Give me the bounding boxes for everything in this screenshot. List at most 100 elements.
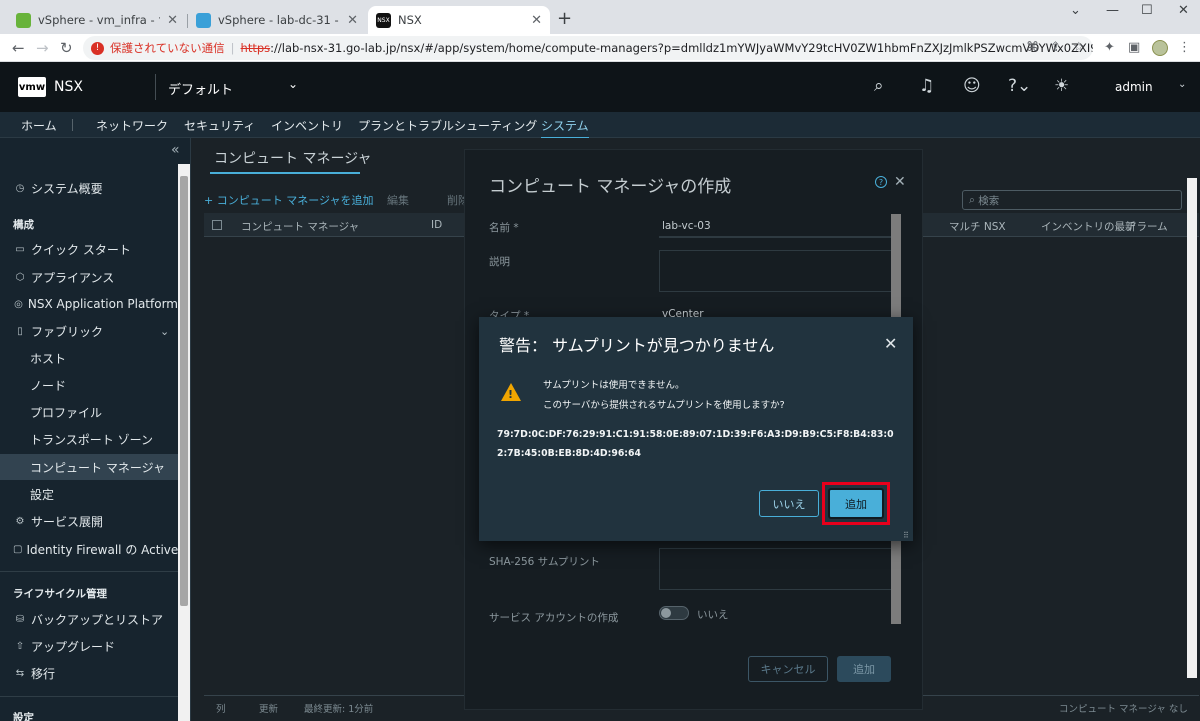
sidebar-item-migrate[interactable]: ⇆ 移行 (0, 660, 178, 686)
panel-title: コンピュート マネージャの作成 (489, 177, 732, 197)
dialog-question: このサーバから提供されるサムプリントを使用しますか? (543, 400, 785, 411)
extensions-icon[interactable]: ✦ (1104, 40, 1115, 55)
upgrade-icon: ⇧ (15, 640, 25, 652)
share-icon[interactable]: ⇪ (1050, 40, 1061, 55)
sidebar-item-nsx-app-platform[interactable]: ◎ NSX Application Platform (0, 291, 178, 317)
close-tab-icon[interactable]: ✕ (347, 13, 358, 28)
sidebar-item-label: サービス展開 (31, 514, 104, 529)
search-icon[interactable]: ⌕ (874, 76, 884, 96)
scrollbar-thumb[interactable] (180, 176, 188, 606)
sidebar-item-service-deploy[interactable]: ⚙ サービス展開 (0, 508, 178, 534)
minimize-icon[interactable]: — (1106, 3, 1119, 18)
sidebar-item-label: アップグレード (31, 639, 116, 654)
sidebar-section-settings: 設定 (13, 712, 34, 721)
chevron-down-icon[interactable]: ⌄ (1178, 79, 1186, 90)
close-icon[interactable]: ✕ (884, 334, 897, 353)
edit-button[interactable]: 編集 (387, 192, 409, 208)
grid-scrollbar[interactable] (1187, 178, 1197, 678)
not-secure-icon: ! (91, 41, 104, 55)
translate-icon[interactable]: ⌘ (1026, 40, 1039, 55)
dashboard-icon: ◷ (15, 182, 25, 194)
sidebar-item-fabric[interactable]: ▯ ファブリック ⌄ (0, 318, 178, 344)
description-field[interactable] (659, 250, 895, 292)
refresh-button[interactable]: 更新 (259, 701, 278, 715)
sidebar-item-backup[interactable]: ⛁ バックアップとリストア (0, 606, 178, 632)
column-header[interactable]: インベントリの最新 (1041, 219, 1136, 234)
close-tab-icon[interactable]: ✕ (167, 13, 178, 28)
browser-tab-nsx[interactable]: NSX NSX ✕ (368, 6, 550, 34)
add-confirm-button[interactable]: 追加 (828, 488, 884, 519)
sidebar-item-label: コンピュート マネージャ (30, 460, 165, 475)
sidebar-item-quick-start[interactable]: ▭ クイック スタート (0, 236, 178, 262)
smiley-feedback-icon[interactable]: ☺ (963, 76, 981, 96)
new-tab-icon[interactable]: + (557, 8, 572, 29)
security-label[interactable]: 保護されていない通信 (110, 40, 225, 56)
add-compute-manager-button[interactable]: + コンピュート マネージャを追加 (204, 192, 373, 208)
browser-tab-vm-infra[interactable]: vSphere - vm_infra - サマリ ✕ (8, 6, 186, 34)
forward-icon[interactable]: → (36, 39, 49, 57)
tab-search-chevron-icon[interactable]: ⌄ (1070, 3, 1081, 18)
maximize-icon[interactable]: ☐ (1141, 3, 1153, 18)
reload-icon[interactable]: ↻ (60, 39, 73, 57)
notification-bell-icon[interactable]: ♫ (919, 76, 934, 96)
nav-home[interactable]: ホーム (21, 117, 57, 134)
sidebar-item-transport-zones[interactable]: トランスポート ゾーン (0, 426, 178, 452)
help-icon[interactable]: ? (875, 176, 887, 188)
select-all-checkbox[interactable] (212, 220, 222, 230)
close-tab-icon[interactable]: ✕ (531, 13, 542, 28)
sidebar-item-compute-managers[interactable]: コンピュート マネージャ (0, 454, 178, 480)
vsphere-favicon-icon (16, 12, 31, 28)
search-input[interactable]: ⌕ 検索 (962, 190, 1182, 210)
collapse-sidebar-icon[interactable]: « (171, 142, 180, 158)
service-account-toggle[interactable] (659, 606, 689, 620)
column-header[interactable]: アラーム (1126, 219, 1168, 234)
sidebar-item-overview[interactable]: ◷ システム概要 (0, 175, 178, 201)
column-header[interactable]: コンピュート マネージャ (241, 219, 359, 234)
sidebar-item-settings[interactable]: 設定 (0, 481, 178, 507)
chevron-down-icon[interactable]: ⌄ (160, 325, 169, 338)
sidebar-item-nodes[interactable]: ノード (0, 372, 178, 398)
sha256-field[interactable] (659, 548, 895, 590)
description-label: 説明 (489, 256, 510, 268)
url-field[interactable]: ! 保護されていない通信 | https://lab-nsx-31.go-lab… (83, 36, 1093, 60)
user-menu[interactable]: admin (1115, 80, 1153, 94)
nav-inventory[interactable]: インベントリ (271, 117, 343, 134)
sidebar-item-profiles[interactable]: プロファイル (0, 399, 178, 425)
nav-security[interactable]: セキュリティ (184, 117, 255, 134)
chevron-down-icon[interactable]: ⌄ (288, 77, 298, 91)
profile-avatar[interactable] (1152, 40, 1168, 56)
column-header[interactable]: ID (431, 219, 442, 231)
url-scheme: https (240, 41, 271, 55)
sidebar-item-hosts[interactable]: ホスト (0, 345, 178, 371)
help-icon[interactable]: ?⌄ (1008, 76, 1031, 96)
resize-handle-icon[interactable]: ⠿ (903, 531, 909, 540)
close-icon[interactable]: ✕ (894, 174, 906, 190)
browser-tab-lab-dc[interactable]: vSphere - lab-dc-31 - サマリ ✕ (188, 6, 366, 34)
window-close-icon[interactable]: ✕ (1178, 3, 1189, 18)
migrate-icon: ⇆ (15, 667, 25, 679)
browser-tab-strip: vSphere - vm_infra - サマリ ✕ vSphere - lab… (0, 0, 1200, 34)
project-selector[interactable]: デフォルト (168, 79, 233, 98)
theme-sun-icon[interactable]: ☀ (1054, 76, 1069, 96)
back-icon[interactable]: ← (12, 39, 25, 57)
cancel-button[interactable]: キャンセル (748, 656, 828, 682)
search-placeholder: 検索 (978, 194, 1000, 207)
name-field[interactable]: lab-vc-03 (662, 220, 711, 232)
sidebar-item-identity-firewall[interactable]: ▢ Identity Firewall の Active ... (0, 536, 178, 562)
nav-plan-troubleshoot[interactable]: プランとトラブルシューティング (358, 117, 537, 134)
add-button[interactable]: 追加 (837, 656, 891, 682)
last-updated: 最終更新: 1分前 (304, 704, 374, 715)
sidebar-item-upgrade[interactable]: ⇧ アップグレード (0, 633, 178, 659)
url-divider: | (230, 41, 235, 55)
nav-networking[interactable]: ネットワーク (96, 117, 168, 134)
side-panel-icon[interactable]: ▣ (1128, 40, 1140, 55)
no-button[interactable]: いいえ (759, 490, 819, 517)
sidebar-scrollbar[interactable] (178, 164, 190, 721)
sidebar-item-label: システム概要 (31, 181, 103, 196)
column-header[interactable]: マルチ NSX (949, 219, 1006, 234)
sidebar-item-appliances[interactable]: ⬡ アプライアンス (0, 264, 178, 290)
browser-menu-icon[interactable]: ⋮ (1178, 40, 1191, 55)
columns-toggle[interactable]: 列 (216, 701, 226, 715)
nav-system[interactable]: システム (541, 117, 589, 139)
bookmark-star-icon[interactable]: ☆ (1073, 40, 1085, 55)
